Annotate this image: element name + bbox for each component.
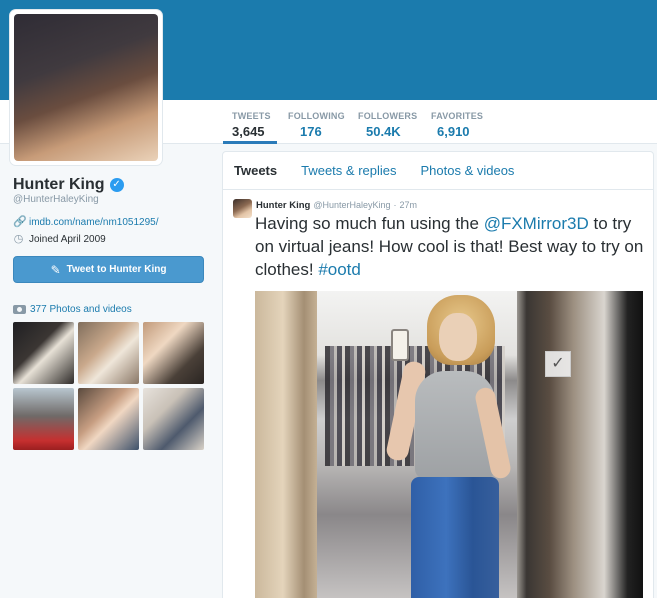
checkmark-icon: ✓ <box>545 351 571 377</box>
photo-thumbnail[interactable] <box>78 388 139 450</box>
photo-thumbnail[interactable] <box>78 322 139 384</box>
avatar-image <box>14 14 158 161</box>
tweet-photo[interactable]: ✓ <box>255 291 643 598</box>
tweet-author-handle[interactable]: @HunterHaleyKing <box>313 200 390 210</box>
tab-tweets[interactable]: Tweets <box>234 163 277 178</box>
photo-curtain <box>255 291 325 598</box>
tab-tweets-and-replies[interactable]: Tweets & replies <box>301 163 396 178</box>
profile-website-row: 🔗 imdb.com/name/nm1051295/ <box>13 216 159 229</box>
timeline-tabs: Tweets Tweets & replies Photos & videos <box>223 152 653 190</box>
tweet-hashtag-link[interactable]: #ootd <box>318 260 361 279</box>
profile-avatar[interactable] <box>10 10 162 165</box>
stat-following-value: 176 <box>300 124 322 139</box>
profile-website-link[interactable]: imdb.com/name/nm1051295/ <box>29 217 159 228</box>
calendar-icon: ◷ <box>13 233 24 245</box>
photo-thumbnail[interactable] <box>143 388 204 450</box>
stat-favorites-label: FAVORITES <box>431 111 484 121</box>
stat-tweets-label: TWEETS <box>232 111 271 121</box>
tab-photos-and-videos[interactable]: Photos & videos <box>420 163 514 178</box>
timeline-panel: Tweets Tweets & replies Photos & videos … <box>222 151 654 598</box>
tweet-author-avatar[interactable] <box>233 199 252 218</box>
profile-name-text: Hunter King <box>13 176 105 193</box>
tweet-author-name[interactable]: Hunter King <box>256 200 310 211</box>
tweet-timestamp[interactable]: 27m <box>400 200 418 210</box>
tweet-mention-link[interactable]: @FXMirror3D <box>484 214 589 233</box>
tweet-to-button[interactable]: ✎ Tweet to Hunter King <box>13 256 204 283</box>
compose-icon: ✎ <box>50 262 61 277</box>
tweet-text-part: Having so much fun using the <box>255 214 484 233</box>
tweet-to-button-label: Tweet to Hunter King <box>66 264 167 275</box>
tweet-header: Hunter King @HunterHaleyKing · 27m <box>256 200 417 211</box>
photo-thumbnail-grid <box>13 322 204 450</box>
photos-videos-label: 377 Photos and videos <box>30 304 132 315</box>
photo-phone <box>391 329 409 361</box>
profile-name[interactable]: Hunter King ✓ <box>13 176 124 194</box>
stat-followers-value: 50.4K <box>366 124 401 139</box>
photos-videos-link[interactable]: 377 Photos and videos <box>13 304 132 315</box>
photo-thumbnail[interactable] <box>13 322 74 384</box>
tweet-separator: · <box>393 200 397 210</box>
link-icon: 🔗 <box>13 216 27 228</box>
stat-followers[interactable]: FOLLOWERS 50.4K <box>358 111 417 139</box>
stat-tweets-value: 3,645 <box>232 124 265 139</box>
profile-handle[interactable]: @HunterHaleyKing <box>13 194 99 205</box>
tweet-text: Having so much fun using the @FXMirror3D… <box>255 212 647 281</box>
stat-favorites-value: 6,910 <box>437 124 470 139</box>
profile-joined-date: Joined April 2009 <box>29 234 106 245</box>
photo-person-jeans <box>411 477 499 598</box>
photo-thumbnail[interactable] <box>143 322 204 384</box>
profile-joined-row: ◷ Joined April 2009 <box>13 233 106 246</box>
photo-person-face <box>439 313 477 361</box>
photo-thumbnail[interactable] <box>13 388 74 450</box>
stat-followers-label: FOLLOWERS <box>358 111 418 121</box>
active-stat-indicator <box>223 141 277 144</box>
verified-badge-icon: ✓ <box>109 178 124 192</box>
stat-tweets[interactable]: TWEETS 3,645 <box>232 111 271 139</box>
stat-following-label: FOLLOWING <box>288 111 345 121</box>
camera-icon <box>13 305 26 314</box>
stat-favorites[interactable]: FAVORITES 6,910 <box>431 111 483 139</box>
stat-following[interactable]: FOLLOWING 176 <box>288 111 345 139</box>
